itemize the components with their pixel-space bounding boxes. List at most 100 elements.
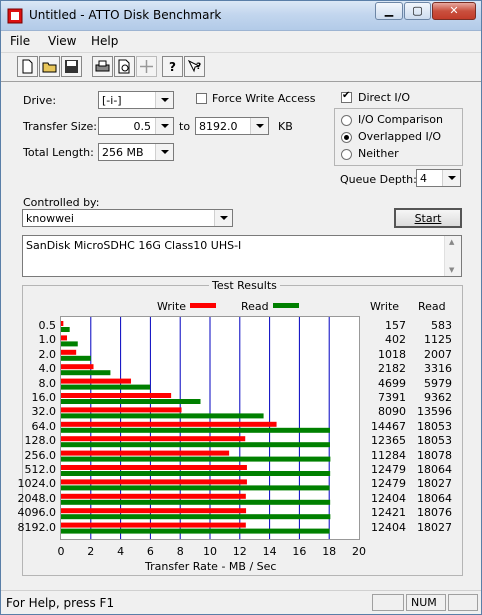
help-icon: ? bbox=[169, 60, 176, 74]
open-button[interactable] bbox=[39, 56, 60, 77]
drive-select[interactable]: [-i-] bbox=[98, 91, 174, 109]
read-value-label: 18064 bbox=[417, 491, 452, 505]
x-tick-label: 18 bbox=[322, 545, 337, 558]
close-button[interactable]: ✕ bbox=[432, 2, 476, 20]
read-bar bbox=[61, 355, 91, 361]
app-window: Untitled - ATTO Disk Benchmark ▁ ▢ ✕ Fil… bbox=[0, 0, 482, 615]
write-value-label: 2182 bbox=[378, 362, 406, 376]
read-bar bbox=[61, 514, 331, 520]
write-column-header: Write bbox=[370, 300, 400, 313]
write-bar bbox=[61, 479, 247, 485]
description-textarea[interactable]: SanDisk MicroSDHC 16G Class10 UHS-I ▲ ▼ bbox=[22, 235, 462, 277]
chevron-down-icon bbox=[155, 118, 173, 134]
write-bar bbox=[61, 335, 67, 341]
direct-io-checkbox[interactable] bbox=[341, 90, 352, 103]
window-title: Untitled - ATTO Disk Benchmark bbox=[29, 8, 222, 22]
category-label: 4096.0 bbox=[17, 506, 57, 520]
write-value-label: 11284 bbox=[371, 448, 406, 462]
category-label: 8192.0 bbox=[17, 520, 57, 534]
description-scrollbar[interactable]: ▲ ▼ bbox=[444, 236, 461, 276]
category-label: 16.0 bbox=[31, 391, 57, 404]
write-bar bbox=[61, 436, 246, 442]
x-tick-label: 12 bbox=[232, 545, 247, 558]
print-icon bbox=[95, 60, 110, 72]
transfer-size-label: Transfer Size: bbox=[23, 120, 98, 133]
title-bar[interactable]: Untitled - ATTO Disk Benchmark ▁ ▢ ✕ bbox=[1, 1, 481, 31]
read-bar bbox=[61, 471, 331, 476]
queue-depth-select[interactable]: 4 bbox=[416, 169, 461, 187]
neither-radio[interactable] bbox=[341, 149, 352, 160]
menu-bar: File View Help bbox=[1, 31, 481, 51]
transfer-from-select[interactable]: 0.5 bbox=[98, 117, 174, 135]
status-bar: For Help, press F1 NUM bbox=[1, 590, 481, 614]
write-value-label: 12479 bbox=[371, 463, 406, 476]
menu-help[interactable]: Help bbox=[91, 34, 118, 48]
scroll-down-icon: ▼ bbox=[449, 266, 455, 274]
write-bar bbox=[61, 378, 132, 384]
context-help-button[interactable]: ? bbox=[184, 56, 205, 77]
io-comparison-label: I/O Comparison bbox=[358, 113, 443, 126]
controlled-by-select[interactable]: knowwei bbox=[22, 209, 233, 227]
x-tick-label: 16 bbox=[292, 545, 307, 558]
transfer-to-select[interactable]: 8192.0 bbox=[195, 117, 269, 135]
save-button[interactable] bbox=[61, 56, 82, 77]
read-value-label: 5979 bbox=[424, 376, 452, 390]
write-value-label: 12404 bbox=[371, 520, 406, 534]
transfer-unit-label: KB bbox=[278, 120, 293, 133]
print-preview-icon bbox=[118, 59, 130, 74]
category-label: 512.0 bbox=[24, 463, 57, 476]
write-value-label: 4699 bbox=[378, 376, 406, 390]
write-value-label: 12479 bbox=[371, 477, 406, 491]
category-label: 32.0 bbox=[31, 405, 57, 419]
read-bar bbox=[61, 442, 330, 448]
menu-file[interactable]: File bbox=[10, 34, 30, 48]
read-bar bbox=[61, 528, 330, 534]
test-results-title: Test Results bbox=[209, 279, 280, 292]
category-label: 256.0 bbox=[24, 448, 57, 462]
print-preview-button[interactable] bbox=[114, 56, 135, 77]
context-help-icon: ? bbox=[187, 59, 201, 73]
num-indicator: NUM bbox=[406, 594, 446, 611]
read-bar bbox=[61, 413, 264, 419]
overlapped-io-radio[interactable] bbox=[341, 132, 352, 143]
x-tick-label: 2 bbox=[87, 545, 95, 558]
help-button[interactable]: ? bbox=[162, 56, 183, 77]
start-button[interactable]: Start bbox=[394, 208, 462, 228]
read-value-label: 18064 bbox=[417, 463, 452, 476]
category-label: 4.0 bbox=[38, 362, 57, 376]
minimize-button[interactable]: ▁ bbox=[375, 2, 403, 20]
category-label: 2048.0 bbox=[17, 491, 57, 505]
write-bar bbox=[61, 364, 94, 370]
read-bar bbox=[61, 327, 70, 332]
write-value-label: 12365 bbox=[371, 434, 406, 448]
status-text: For Help, press F1 bbox=[6, 596, 115, 610]
maximize-icon: ▢ bbox=[412, 4, 423, 17]
total-length-label: Total Length: bbox=[23, 146, 94, 159]
total-length-select[interactable]: 256 MB bbox=[98, 143, 174, 161]
menu-view[interactable]: View bbox=[48, 34, 76, 48]
open-icon bbox=[42, 62, 57, 73]
write-bar bbox=[61, 421, 277, 427]
results-chart bbox=[60, 316, 360, 540]
status-panel-3 bbox=[448, 594, 478, 611]
svg-text:?: ? bbox=[169, 60, 176, 74]
read-value-label: 13596 bbox=[417, 405, 452, 419]
read-value-label: 1125 bbox=[424, 333, 452, 347]
write-value-label: 12421 bbox=[371, 506, 406, 520]
write-value-label: 157 bbox=[385, 319, 406, 332]
io-comparison-radio[interactable] bbox=[341, 115, 352, 126]
read-value-label: 18078 bbox=[417, 448, 452, 462]
x-tick-label: 4 bbox=[117, 545, 125, 558]
print-button[interactable] bbox=[92, 56, 113, 77]
maximize-button[interactable]: ▢ bbox=[404, 2, 431, 20]
x-axis-label: Transfer Rate - MB / Sec bbox=[145, 560, 277, 573]
read-bar bbox=[61, 499, 331, 505]
new-button[interactable] bbox=[17, 56, 38, 77]
move-button[interactable] bbox=[136, 56, 157, 77]
legend-read-swatch bbox=[273, 303, 299, 308]
write-value-label: 12404 bbox=[371, 491, 406, 505]
results-chart-svg bbox=[61, 317, 331, 539]
force-write-checkbox[interactable] bbox=[196, 93, 207, 104]
legend-write-label: Write bbox=[157, 300, 187, 313]
read-bar bbox=[61, 456, 331, 462]
